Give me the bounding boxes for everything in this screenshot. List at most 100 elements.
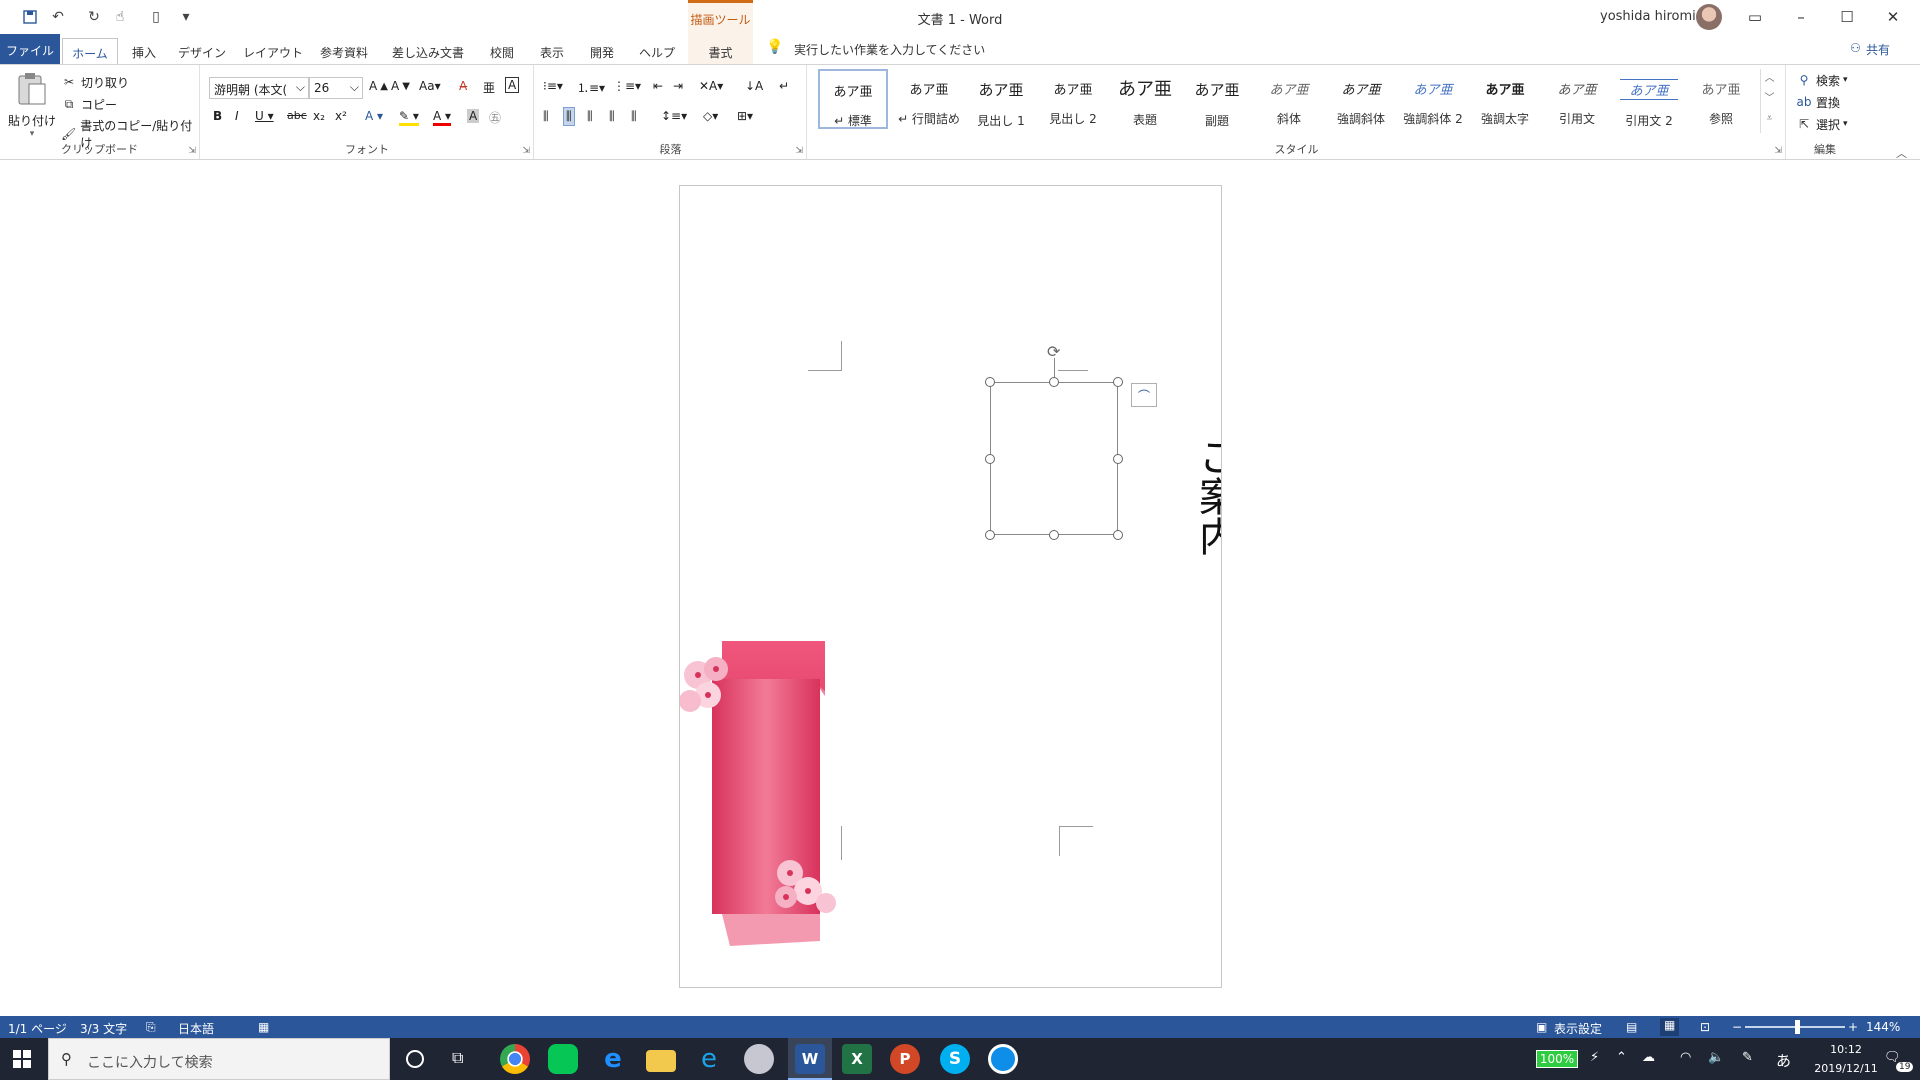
windows-start-icon[interactable]: [12, 1049, 32, 1069]
style-strong[interactable]: あア亜 強調太字: [1470, 69, 1540, 129]
redo-icon[interactable]: ↻: [84, 7, 104, 27]
font-color-icon[interactable]: A ▾: [433, 109, 452, 126]
tell-me-input[interactable]: 実行したい作業を入力してください: [794, 41, 985, 58]
internet-explorer-icon[interactable]: e: [598, 1044, 628, 1074]
ribbon-display-options-icon[interactable]: ▭: [1732, 0, 1778, 34]
ime-indicator[interactable]: あ: [1776, 1050, 1791, 1071]
align-bottom-icon[interactable]: ⫼: [587, 109, 593, 124]
replace-button[interactable]: ab 置換: [1795, 93, 1841, 111]
cut-button[interactable]: ✂ 切り取り: [60, 73, 129, 91]
highlight-icon[interactable]: ✎ ▾: [399, 109, 419, 126]
word-count[interactable]: 3/3 文字: [80, 1020, 127, 1037]
user-name[interactable]: yoshida hiromi: [1600, 9, 1696, 24]
tab-mailings[interactable]: 差し込み文書: [386, 38, 470, 64]
tab-insert[interactable]: 挿入: [124, 38, 164, 64]
enclose-characters-icon[interactable]: ㊄: [489, 109, 501, 126]
touch-mode-icon[interactable]: ☝: [110, 7, 130, 27]
collapse-ribbon-icon[interactable]: ︿: [1896, 145, 1907, 161]
volume-icon[interactable]: 🔈: [1708, 1050, 1724, 1065]
macro-record-icon[interactable]: ▦: [258, 1020, 269, 1034]
style-no-spacing[interactable]: あア亜 ↵ 行間詰め: [894, 69, 964, 129]
subscript-icon[interactable]: x₂: [313, 109, 325, 123]
tab-view[interactable]: 表示: [532, 38, 572, 64]
line-app-icon[interactable]: [548, 1044, 578, 1074]
strikethrough-icon[interactable]: abc: [287, 109, 307, 122]
layout-options-icon[interactable]: ⌒: [1131, 383, 1157, 407]
selected-shape[interactable]: [985, 377, 1123, 540]
close-icon[interactable]: ✕: [1870, 0, 1916, 34]
align-center-vertical-icon[interactable]: ⫼: [563, 107, 575, 126]
select-button[interactable]: ⇱ 選択 ▾: [1795, 115, 1848, 133]
clear-formatting-icon[interactable]: A̶: [459, 79, 467, 93]
distribute-icon[interactable]: ⫼: [631, 109, 637, 124]
dialog-launcher-icon[interactable]: ⇲: [1774, 146, 1782, 156]
wifi-icon[interactable]: ◠: [1680, 1050, 1691, 1065]
tab-layout[interactable]: レイアウト: [240, 38, 306, 64]
phonetic-guide-icon[interactable]: 亜: [483, 79, 495, 96]
print-layout-icon[interactable]: ▦: [1660, 1018, 1680, 1036]
sort-icon[interactable]: ↓A: [745, 79, 763, 93]
resize-handle-se[interactable]: [1113, 530, 1123, 540]
word-icon[interactable]: W: [795, 1044, 825, 1074]
borders-icon[interactable]: ⊞▾: [737, 109, 753, 123]
resize-handle-ne[interactable]: [1113, 377, 1123, 387]
vertical-text[interactable]: ご案内: [1178, 436, 1221, 556]
tab-references[interactable]: 参考資料: [316, 38, 372, 64]
clock-time[interactable]: 10:12: [1816, 1043, 1876, 1056]
styles-scroll[interactable]: ︿ ﹀ ⩡: [1760, 69, 1778, 133]
style-subtle-emphasis[interactable]: あア亜 斜体: [1254, 69, 1324, 129]
find-button[interactable]: ⚲ 検索 ▾: [1795, 71, 1848, 89]
paste-button[interactable]: 貼り付け ▾: [8, 71, 56, 141]
style-emphasis[interactable]: あア亜 強調斜体: [1326, 69, 1396, 129]
resize-handle-sw[interactable]: [985, 530, 995, 540]
line-spacing-icon[interactable]: ↕≡▾: [661, 109, 687, 123]
resize-handle-nw[interactable]: [985, 377, 995, 387]
chevron-up-icon[interactable]: ︿: [1761, 69, 1778, 89]
text-effects-icon[interactable]: A ▾: [365, 109, 383, 123]
character-border-icon[interactable]: A: [505, 77, 520, 93]
character-shading-icon[interactable]: A: [467, 109, 480, 123]
more-styles-icon[interactable]: ⩡: [1761, 109, 1778, 129]
new-document-icon[interactable]: ▯: [146, 7, 166, 27]
show-marks-icon[interactable]: ↵: [779, 79, 789, 93]
bold-icon[interactable]: B: [213, 109, 222, 123]
pen-icon[interactable]: ✎: [1742, 1050, 1753, 1065]
avatar[interactable]: [1696, 4, 1722, 30]
grow-font-icon[interactable]: A ▲: [369, 79, 388, 93]
tab-developer[interactable]: 開発: [582, 38, 622, 64]
clock-date[interactable]: 2019/12/11: [1806, 1062, 1886, 1075]
style-intense-quote[interactable]: あア亜 引用文 2: [1614, 69, 1684, 129]
undo-icon[interactable]: ↶: [48, 7, 68, 27]
change-case-icon[interactable]: Aa▾: [419, 79, 441, 93]
justify-icon[interactable]: ⫼: [609, 109, 615, 124]
file-explorer-icon[interactable]: [646, 1050, 676, 1072]
chrome-icon[interactable]: [500, 1044, 530, 1074]
chevron-down-icon[interactable]: ﹀: [1761, 89, 1778, 109]
zoom-slider-thumb[interactable]: [1795, 1020, 1800, 1034]
align-top-icon[interactable]: ⫼: [543, 109, 549, 124]
powerpoint-icon[interactable]: P: [890, 1044, 920, 1074]
underline-icon[interactable]: U ▾: [255, 109, 274, 123]
resize-handle-w[interactable]: [985, 454, 995, 464]
numbering-icon[interactable]: ⒈≡▾: [577, 79, 605, 96]
asian-layout-icon[interactable]: ✕A▾: [699, 79, 723, 93]
excel-icon[interactable]: X: [842, 1044, 872, 1074]
taskbar-search[interactable]: ⚲ ここに入力して検索: [48, 1038, 390, 1080]
document-page[interactable]: ⟳ ⌒ ご案内: [679, 185, 1222, 988]
tab-home[interactable]: ホーム: [62, 38, 118, 65]
decrease-indent-icon[interactable]: ⇤: [653, 79, 663, 93]
web-layout-icon[interactable]: ⊡: [1700, 1020, 1710, 1034]
bullets-icon[interactable]: ⁝≡▾: [543, 79, 563, 93]
display-settings-icon[interactable]: ▣: [1536, 1020, 1547, 1034]
language[interactable]: 日本語: [178, 1020, 214, 1037]
onedrive-icon[interactable]: ☁: [1642, 1050, 1655, 1065]
font-name-combo[interactable]: 游明朝 (本文(⌵: [209, 77, 309, 99]
customize-qat-icon[interactable]: ▾: [176, 7, 196, 27]
copy-button[interactable]: ⧉ コピー: [60, 95, 117, 113]
zoom-in-icon[interactable]: +: [1848, 1020, 1858, 1034]
style-intense-emphasis[interactable]: あア亜 強調斜体 2: [1398, 69, 1468, 129]
chevron-up-icon[interactable]: ⌃: [1616, 1050, 1627, 1065]
increase-indent-icon[interactable]: ⇥: [673, 79, 683, 93]
battery-indicator[interactable]: 100%: [1536, 1050, 1578, 1068]
style-subtitle[interactable]: あア亜 副題: [1182, 69, 1252, 129]
